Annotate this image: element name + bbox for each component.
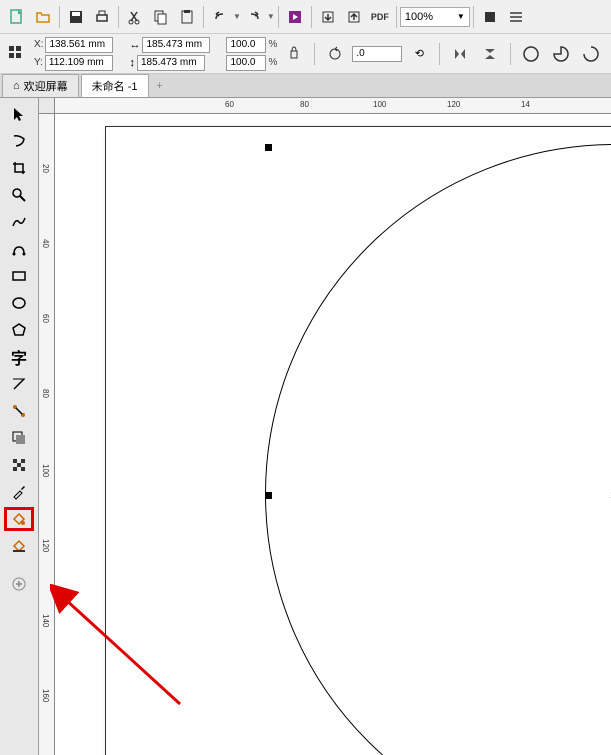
- tab-welcome-label: 欢迎屏幕: [24, 78, 68, 94]
- ruler-h-tick: 80: [300, 100, 309, 109]
- arc-mode-button[interactable]: [579, 42, 603, 66]
- snap-button[interactable]: [478, 5, 502, 29]
- pen-tool[interactable]: [4, 237, 34, 261]
- freehand-tool[interactable]: [4, 210, 34, 234]
- ruler-v-tick: 80: [41, 389, 50, 398]
- y-label: Y:: [34, 57, 43, 68]
- rotation-input[interactable]: [352, 46, 402, 62]
- main-toolbar: ▼ ▼ PDF 100%▼: [0, 0, 611, 34]
- canvas-area: 60 80 100 120 14 20 40 60 80 100 120 140…: [39, 98, 611, 755]
- rectangle-tool[interactable]: [4, 264, 34, 288]
- ruler-horizontal[interactable]: 60 80 100 120 14: [55, 98, 611, 114]
- crop-tool[interactable]: [4, 156, 34, 180]
- home-icon: ⌂: [13, 80, 20, 92]
- scale-y-input[interactable]: [226, 55, 266, 71]
- ruler-v-tick: 160: [41, 689, 50, 702]
- ruler-corner[interactable]: [39, 98, 55, 114]
- import-button[interactable]: [316, 5, 340, 29]
- y-input[interactable]: [45, 55, 113, 71]
- text-tool[interactable]: 字: [4, 345, 34, 369]
- connector-tool[interactable]: [4, 399, 34, 423]
- redo-button[interactable]: [242, 5, 266, 29]
- width-input[interactable]: [142, 37, 210, 53]
- height-input[interactable]: [137, 55, 205, 71]
- selection-handle-nw[interactable]: [265, 144, 272, 151]
- launch-button[interactable]: [283, 5, 307, 29]
- main-area: 字 60 80 100 120 14 20 40 60 80 100 120 1…: [0, 98, 611, 755]
- transparency-tool[interactable]: [4, 453, 34, 477]
- ruler-v-tick: 140: [41, 614, 50, 627]
- x-label: X:: [34, 39, 43, 50]
- tab-welcome[interactable]: ⌂ 欢迎屏幕: [2, 74, 79, 97]
- selection-handle-w[interactable]: [265, 492, 272, 499]
- add-tool-button[interactable]: [4, 572, 34, 596]
- mirror-v-button[interactable]: [478, 42, 502, 66]
- lock-ratio-button[interactable]: [282, 42, 306, 66]
- pdf-button[interactable]: PDF: [368, 5, 392, 29]
- export-button[interactable]: [342, 5, 366, 29]
- canvas[interactable]: ×: [55, 114, 611, 755]
- scale-x-input[interactable]: [226, 37, 266, 53]
- toolbox: 字: [0, 98, 39, 755]
- ruler-h-tick: 14: [521, 100, 530, 109]
- interactive-fill-tool[interactable]: [4, 507, 34, 531]
- cut-button[interactable]: [123, 5, 147, 29]
- zoom-dropdown[interactable]: 100%▼: [400, 7, 470, 27]
- height-icon: ↕: [129, 57, 135, 69]
- line-tool[interactable]: [4, 372, 34, 396]
- options-button[interactable]: [504, 5, 528, 29]
- shape-tool[interactable]: [4, 129, 34, 153]
- zoom-tool[interactable]: [4, 183, 34, 207]
- undo-button[interactable]: [208, 5, 232, 29]
- paste-button[interactable]: [175, 5, 199, 29]
- tab-add-button[interactable]: +: [151, 78, 169, 94]
- ruler-v-tick: 120: [41, 539, 50, 552]
- ruler-h-tick: 120: [447, 100, 460, 109]
- pick-tool[interactable]: [4, 102, 34, 126]
- width-icon: ↔: [129, 39, 140, 51]
- open-button[interactable]: [31, 5, 55, 29]
- zoom-value: 100%: [405, 11, 433, 23]
- percent-label: %: [268, 39, 277, 50]
- ellipse-tool[interactable]: [4, 291, 34, 315]
- tab-untitled[interactable]: 未命名 -1: [81, 74, 149, 97]
- print-button[interactable]: [90, 5, 114, 29]
- ruler-h-tick: 60: [225, 100, 234, 109]
- tab-untitled-label: 未命名 -1: [92, 78, 138, 94]
- copy-button[interactable]: [149, 5, 173, 29]
- eyedropper-tool[interactable]: [4, 480, 34, 504]
- ruler-vertical[interactable]: 20 40 60 80 100 120 140 160: [39, 114, 55, 755]
- polygon-tool[interactable]: [4, 318, 34, 342]
- mirror-h-button[interactable]: [448, 42, 472, 66]
- ellipse-mode-button[interactable]: [519, 42, 543, 66]
- ruler-v-tick: 60: [41, 314, 50, 323]
- ruler-v-tick: 20: [41, 164, 50, 173]
- x-input[interactable]: [45, 37, 113, 53]
- object-position-icon[interactable]: [5, 42, 29, 66]
- shadow-tool[interactable]: [4, 426, 34, 450]
- ruler-h-tick: 100: [373, 100, 386, 109]
- rotation-icon: [323, 42, 347, 66]
- outline-tool[interactable]: [4, 534, 34, 558]
- percent-label-2: %: [268, 57, 277, 68]
- new-button[interactable]: [5, 5, 29, 29]
- save-button[interactable]: [64, 5, 88, 29]
- document-tabs: ⌂ 欢迎屏幕 未命名 -1 +: [0, 74, 611, 98]
- rotation-apply-icon[interactable]: ⟲: [407, 42, 431, 66]
- ruler-v-tick: 40: [41, 239, 50, 248]
- ruler-v-tick: 100: [41, 464, 50, 477]
- properties-bar: X: Y: ↔ ↕ % % ⟲: [0, 34, 611, 74]
- pie-mode-button[interactable]: [549, 42, 573, 66]
